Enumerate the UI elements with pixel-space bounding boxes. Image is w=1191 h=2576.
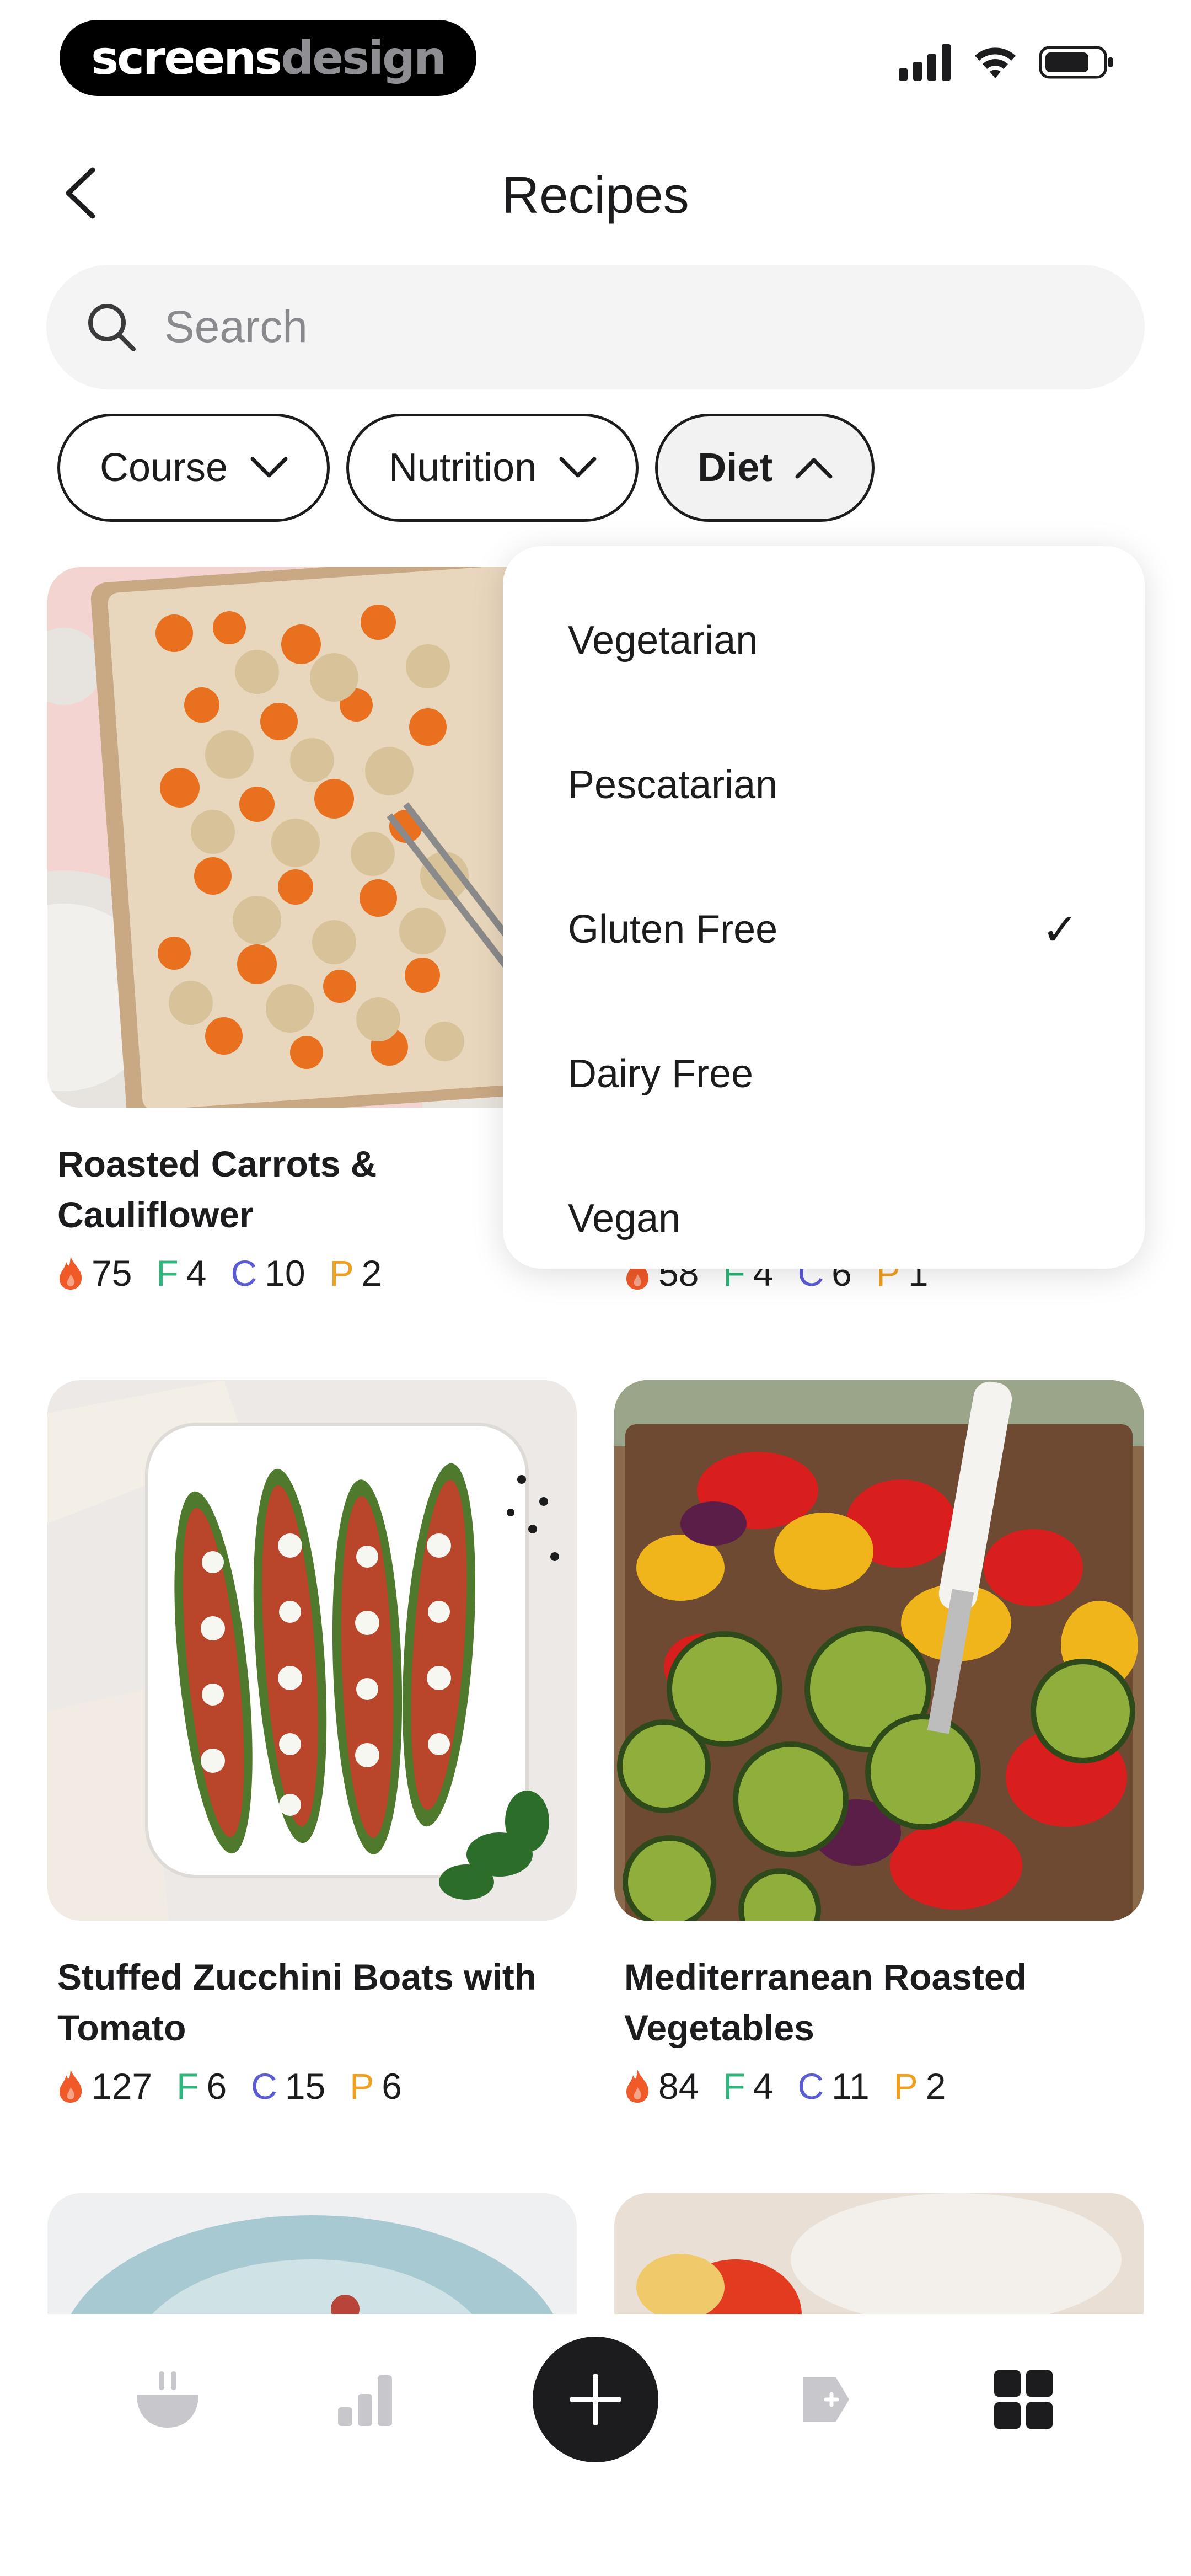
fat-value: 6 bbox=[206, 2066, 227, 2107]
flame-icon bbox=[60, 2070, 82, 2103]
brand-logo: screens design bbox=[60, 20, 476, 96]
carbs: C 11 bbox=[797, 2065, 869, 2107]
search-bar[interactable] bbox=[46, 265, 1145, 389]
recipe-image-zucchini-boats bbox=[47, 1380, 577, 1921]
search-input[interactable] bbox=[164, 301, 1047, 353]
diet-option-label: Vegan bbox=[568, 1196, 681, 1241]
recipe-card[interactable]: Roasted Carrots & Cauliflower 75 F4 C 10 … bbox=[47, 567, 577, 1294]
fat-label: F bbox=[156, 1253, 179, 1294]
calories: 75 bbox=[57, 1252, 132, 1294]
chevron-up-icon bbox=[795, 458, 833, 479]
plus-icon bbox=[570, 2374, 621, 2425]
recipe-image-carrots-cauliflower bbox=[47, 567, 577, 1108]
header: Recipes bbox=[0, 143, 1191, 243]
brand-logo-primary: screens bbox=[91, 31, 282, 85]
chevron-down-icon bbox=[250, 457, 288, 478]
nav-tags[interactable] bbox=[759, 2333, 891, 2466]
protein-label: P bbox=[329, 1253, 354, 1294]
recipe-macros: 75 F4 C 10 P2 bbox=[47, 1252, 577, 1294]
filter-nutrition[interactable]: Nutrition bbox=[346, 414, 639, 522]
protein-label: P bbox=[893, 2066, 918, 2107]
recipe-image-mediterranean-vegetables bbox=[614, 1380, 1144, 1921]
recipe-title: Stuffed Zucchini Boats with Tomato bbox=[57, 1957, 537, 2048]
fat: F4 bbox=[156, 1252, 206, 1294]
calories-value: 84 bbox=[658, 2066, 699, 2107]
carbs-value: 15 bbox=[285, 2066, 326, 2107]
diet-option-pescatarian[interactable]: Pescatarian bbox=[503, 713, 1145, 857]
nav-recipes[interactable] bbox=[101, 2333, 234, 2466]
protein: P6 bbox=[350, 2065, 402, 2107]
diet-option-vegetarian[interactable]: Vegetarian bbox=[503, 568, 1145, 713]
diet-option-label: Gluten Free bbox=[568, 907, 778, 952]
protein-value: 2 bbox=[925, 2066, 946, 2107]
nav-grid[interactable] bbox=[957, 2333, 1090, 2466]
tag-icon bbox=[803, 2377, 849, 2422]
recipe-macros: 84 F4 C 11 P2 bbox=[614, 2065, 1144, 2107]
status-icons bbox=[899, 44, 1114, 81]
carbs: C 15 bbox=[251, 2065, 325, 2107]
bar-chart-icon bbox=[338, 2375, 392, 2426]
carbs-value: 10 bbox=[265, 1253, 305, 1294]
recipe-photo bbox=[614, 1380, 1144, 1921]
calories-value: 127 bbox=[92, 2066, 153, 2107]
fat-value: 4 bbox=[186, 1253, 207, 1294]
filter-course-label: Course bbox=[100, 446, 228, 490]
battery-icon bbox=[1039, 46, 1113, 79]
flame-icon bbox=[626, 2070, 649, 2103]
filter-diet[interactable]: Diet bbox=[655, 414, 875, 522]
grid-icon bbox=[994, 2370, 1053, 2429]
diet-option-label: Vegetarian bbox=[568, 618, 758, 662]
filter-course[interactable]: Course bbox=[57, 414, 330, 522]
bowl-icon bbox=[137, 2371, 198, 2428]
recipe-photo bbox=[47, 1380, 577, 1921]
recipe-macros: 127 F6 C 15 P6 bbox=[47, 2065, 577, 2107]
recipe-card[interactable]: Mediterranean Roasted Vegetables 84 F4 C… bbox=[614, 1380, 1144, 2107]
protein: P2 bbox=[330, 1252, 382, 1294]
calories: 127 bbox=[57, 2065, 152, 2107]
search-icon bbox=[88, 304, 136, 351]
carbs: C 10 bbox=[230, 1252, 305, 1294]
status-bar: screens design bbox=[0, 0, 1191, 116]
wifi-icon bbox=[975, 47, 1016, 78]
diet-option-label: Dairy Free bbox=[568, 1052, 754, 1096]
carbs-label: C bbox=[251, 2066, 277, 2107]
filter-diet-label: Diet bbox=[698, 446, 773, 490]
carbs-label: C bbox=[797, 2066, 824, 2107]
recipe-card[interactable]: Stuffed Zucchini Boats with Tomato 127 F… bbox=[47, 1380, 577, 2107]
recipe-title: Roasted Carrots & Cauliflower bbox=[57, 1143, 377, 1235]
chevron-down-icon bbox=[559, 457, 597, 478]
fat: F4 bbox=[723, 2065, 773, 2107]
diet-option-vegan[interactable]: Vegan bbox=[503, 1146, 1145, 1291]
add-button[interactable] bbox=[533, 2337, 658, 2462]
calories: 84 bbox=[624, 2065, 699, 2107]
filter-chips: Course Nutrition Diet bbox=[57, 414, 875, 522]
brand-logo-secondary: design bbox=[281, 31, 447, 85]
protein: P2 bbox=[894, 2065, 946, 2107]
calories-value: 75 bbox=[92, 1253, 132, 1294]
fat-label: F bbox=[176, 2066, 199, 2107]
page-title: Recipes bbox=[502, 166, 689, 224]
protein-value: 2 bbox=[361, 1253, 382, 1294]
carbs-label: C bbox=[230, 1253, 257, 1294]
signal-icon bbox=[899, 44, 951, 81]
fat-value: 4 bbox=[753, 2066, 774, 2107]
fat-label: F bbox=[723, 2066, 745, 2107]
checkmark-icon: ✓ bbox=[1041, 904, 1079, 955]
flame-icon bbox=[60, 1257, 82, 1290]
carbs-value: 11 bbox=[831, 2066, 870, 2107]
diet-option-dairy-free[interactable]: Dairy Free bbox=[503, 1002, 1145, 1146]
diet-dropdown: Vegetarian Pescatarian Gluten Free ✓ Dai… bbox=[503, 546, 1145, 1269]
fat: F6 bbox=[176, 2065, 227, 2107]
recipe-photo bbox=[47, 567, 577, 1108]
nav-stats[interactable] bbox=[300, 2333, 432, 2466]
recipe-title: Mediterranean Roasted Vegetables bbox=[624, 1957, 1027, 2048]
diet-option-label: Pescatarian bbox=[568, 763, 778, 807]
filter-nutrition-label: Nutrition bbox=[389, 446, 537, 490]
protein-value: 6 bbox=[382, 2066, 403, 2107]
protein-label: P bbox=[350, 2066, 374, 2107]
diet-option-gluten-free[interactable]: Gluten Free ✓ bbox=[503, 857, 1145, 1002]
